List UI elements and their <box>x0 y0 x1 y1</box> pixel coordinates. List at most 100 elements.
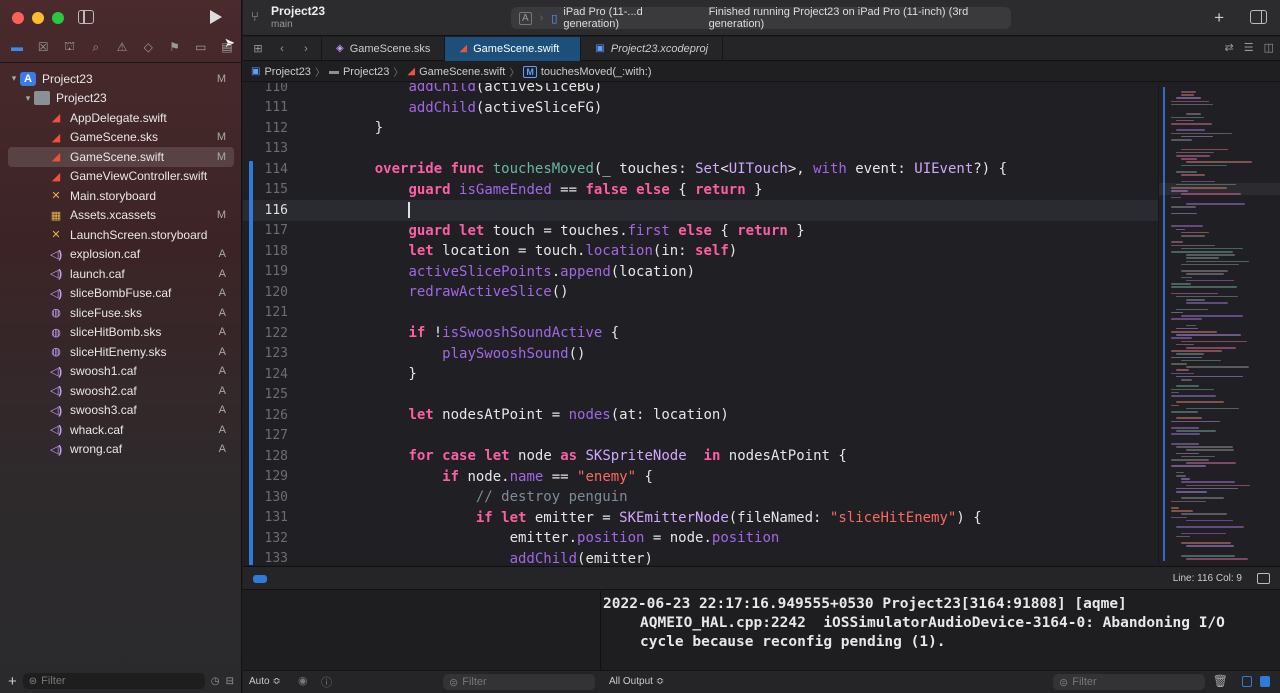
code-line[interactable]: 110 addChild(activeSliceBG) <box>243 83 1158 98</box>
code-line[interactable]: 122 if !isSwooshSoundActive { <box>243 323 1158 344</box>
code-line[interactable]: 125 <box>243 385 1158 406</box>
variables-pane-toggle-icon[interactable] <box>1242 676 1252 687</box>
code-line[interactable]: 118 let location = touch.location(in: se… <box>243 241 1158 262</box>
tree-item[interactable]: ▾ A Project23 M <box>8 69 234 89</box>
tree-item[interactable]: ◁) swoosh1.caf A <box>8 362 234 382</box>
console-output[interactable]: 2022-06-23 22:17:16.949555+0530 Project2… <box>602 591 1280 669</box>
back-icon[interactable]: ‹ <box>273 43 291 55</box>
trash-icon[interactable]: 🗑 <box>1213 674 1228 688</box>
project-title[interactable]: Project23 <box>271 4 325 18</box>
tree-item[interactable]: ◢ AppDelegate.swift <box>8 108 234 128</box>
code-line[interactable]: 133 addChild(emitter) <box>243 549 1158 565</box>
tree-item[interactable]: ▦ Assets.xcassets M <box>8 206 234 226</box>
console-output-select[interactable]: All Output ≎ <box>609 676 664 687</box>
issue-navigator-icon[interactable]: ⚠ <box>113 38 131 56</box>
code-line[interactable]: 115 guard isGameEnded == false else { re… <box>243 180 1158 201</box>
tree-item[interactable]: ◢ GameScene.swift M <box>8 147 234 167</box>
code-line[interactable]: 124 } <box>243 364 1158 385</box>
code-line[interactable]: 129 if node.name == "enemy" { <box>243 467 1158 488</box>
tree-item[interactable]: ✕ LaunchScreen.storyboard <box>8 225 234 245</box>
code-line[interactable]: 111 addChild(activeSliceFG) <box>243 98 1158 119</box>
test-navigator-icon[interactable]: ◇ <box>139 38 157 56</box>
source-change-bar[interactable] <box>249 161 253 565</box>
tree-item[interactable]: ◢ GameViewController.swift <box>8 167 234 187</box>
tab-gamescene-swift[interactable]: ◢ GameScene.swift <box>445 36 582 61</box>
code-line[interactable]: 114 override func touchesMoved(_ touches… <box>243 159 1158 180</box>
code-line[interactable]: 121 <box>243 303 1158 324</box>
scheme-icon[interactable]: A <box>519 11 532 25</box>
code-line[interactable]: 123 playSwooshSound() <box>243 344 1158 365</box>
minimap-code-line <box>1171 516 1188 519</box>
recent-files-icon[interactable]: ◷ <box>211 676 220 687</box>
zoom-window-button[interactable] <box>52 12 64 24</box>
code-line[interactable]: 131 if let emitter = SKEmitterNode(fileN… <box>243 508 1158 529</box>
close-window-button[interactable] <box>12 12 24 24</box>
split-editor-icon[interactable]: ◫ <box>1264 41 1274 54</box>
activity-viewer[interactable]: A › ▯ iPad Pro (11-...d generation) Fini… <box>511 6 1011 30</box>
tree-item[interactable]: ◍ sliceHitBomb.sks A <box>8 323 234 343</box>
breadcrumb-item[interactable]: Project23 <box>343 66 389 78</box>
modified-files-icon[interactable]: ⊟ <box>226 676 234 687</box>
tree-item[interactable]: ▾ Project23 <box>8 89 234 109</box>
breadcrumb-item[interactable]: Project23 <box>264 66 310 78</box>
sidebar-toggle-icon[interactable] <box>78 10 94 24</box>
tree-item[interactable]: ✕ Main.storyboard <box>8 186 234 206</box>
code-line[interactable]: 116 <box>243 200 1158 221</box>
tree-item[interactable]: ◁) explosion.caf A <box>8 245 234 265</box>
disclosure-chevron-icon[interactable]: ▾ <box>22 93 34 104</box>
inspector-toggle-icon[interactable] <box>1250 10 1267 24</box>
breadcrumb-item[interactable]: touchesMoved(_:with:) <box>541 66 652 78</box>
report-navigator-icon[interactable]: ▤ <box>218 38 236 56</box>
breakpoint-navigator-icon[interactable]: ▭ <box>192 38 210 56</box>
tree-item[interactable]: ◍ sliceHitEnemy.sks A <box>8 342 234 362</box>
variables-filter-field[interactable]: ⊜ Filter <box>443 674 595 690</box>
debug-navigator-icon[interactable]: ⚑ <box>166 38 184 56</box>
console-filter-field[interactable]: ⊜ Filter <box>1053 674 1205 690</box>
variables-scope-select[interactable]: Auto ≎ <box>249 676 281 687</box>
tree-item[interactable]: ◁) swoosh3.caf A <box>8 401 234 421</box>
tree-item[interactable]: ◁) whack.caf A <box>8 420 234 440</box>
code-line[interactable]: 113 <box>243 139 1158 160</box>
tree-item[interactable]: ◢ GameScene.sks M <box>8 128 234 148</box>
eye-icon[interactable]: ◉ <box>298 674 308 687</box>
project-navigator-icon[interactable]: ▬ <box>8 38 26 56</box>
tree-item[interactable]: ◁) swoosh2.caf A <box>8 381 234 401</box>
grid-icon[interactable]: ⊞ <box>249 42 267 55</box>
code-line[interactable]: 112 } <box>243 118 1158 139</box>
tree-item[interactable]: ◁) sliceBombFuse.caf A <box>8 284 234 304</box>
minimap[interactable] <box>1158 83 1280 565</box>
run-icon[interactable] <box>210 10 222 24</box>
tab-gamescene-sks[interactable]: ◈ GameScene.sks <box>321 36 446 61</box>
code-line[interactable]: 126 let nodesAtPoint = nodes(at: locatio… <box>243 405 1158 426</box>
console-pane-toggle-icon[interactable] <box>1260 676 1270 687</box>
run-destination[interactable]: iPad Pro (11-...d generation) <box>563 6 691 30</box>
find-navigator-icon[interactable]: ⌕ <box>87 38 105 56</box>
info-icon[interactable]: ⓘ <box>321 674 332 690</box>
code-line[interactable]: 119 activeSlicePoints.append(location) <box>243 262 1158 283</box>
code-line[interactable]: 117 guard let touch = touches.first else… <box>243 221 1158 242</box>
forward-icon[interactable]: › <box>297 43 315 55</box>
code-line[interactable]: 130 // destroy penguin <box>243 487 1158 508</box>
source-editor[interactable]: 110 addChild(activeSliceBG) 111 addChild(… <box>243 83 1158 565</box>
code-line[interactable]: 132 emitter.position = node.position <box>243 528 1158 549</box>
symbol-navigator-icon[interactable]: ⛫ <box>61 38 79 56</box>
breadcrumb-item[interactable]: GameScene.swift <box>419 66 505 78</box>
related-items-icon[interactable]: ⇄ <box>1225 41 1234 54</box>
adjust-editor-icon[interactable]: ☰ <box>1244 41 1254 54</box>
breakpoints-toggle-icon[interactable] <box>253 575 267 583</box>
source-control-navigator-icon[interactable]: ☒ <box>34 38 52 56</box>
code-line[interactable]: 128 for case let node as SKSpriteNode in… <box>243 446 1158 467</box>
tree-item[interactable]: ◁) launch.caf A <box>8 264 234 284</box>
add-library-icon[interactable]: + <box>1214 8 1224 28</box>
tree-item[interactable]: ◍ sliceFuse.sks A <box>8 303 234 323</box>
code-line[interactable]: 120 redrawActiveSlice() <box>243 282 1158 303</box>
disclosure-chevron-icon[interactable]: ▾ <box>8 73 20 84</box>
minimize-window-button[interactable] <box>32 12 44 24</box>
navigator-filter-field[interactable]: ⊜ Filter <box>22 673 205 689</box>
tree-item[interactable]: ◁) wrong.caf A <box>8 440 234 460</box>
add-file-icon[interactable]: + <box>8 673 17 690</box>
hide-debug-area-icon[interactable] <box>1257 573 1270 584</box>
code-line[interactable]: 127 <box>243 426 1158 447</box>
tab-project-xcodeproj[interactable]: ▣ Project23.xcodeproj <box>581 36 724 61</box>
